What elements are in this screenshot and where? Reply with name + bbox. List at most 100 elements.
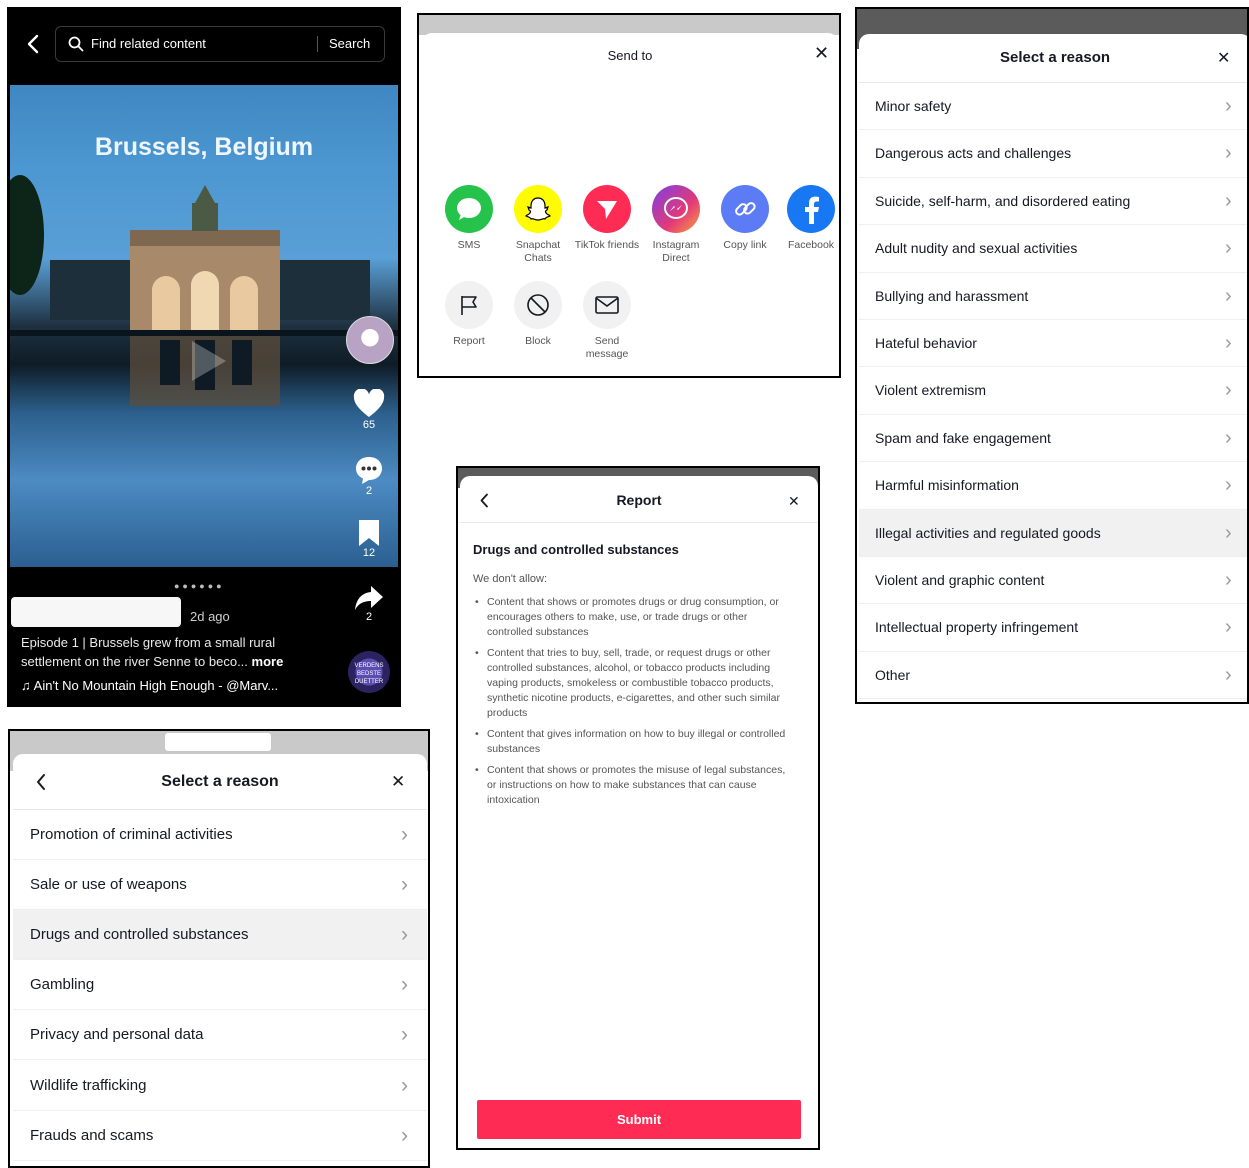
flag-icon	[445, 281, 493, 329]
select-reason-title: Select a reason	[161, 773, 279, 790]
save-count: 12	[362, 547, 376, 559]
reason-row[interactable]: Other ›	[859, 652, 1247, 700]
messenger-icon	[652, 185, 700, 233]
reason-label: Spam and fake engagement	[875, 429, 1051, 446]
reason-row[interactable]: Gambling ›	[13, 960, 427, 1011]
reason-row[interactable]: Wildlife trafficking ›	[13, 1061, 427, 1111]
reason-row[interactable]: Promotion of criminal activities ›	[13, 810, 427, 861]
play-icon[interactable]	[188, 338, 230, 384]
music-title: Ain't No Mountain High Enough - @Marv...	[33, 678, 279, 693]
post-time: 2d ago	[190, 609, 230, 624]
envelope-icon	[583, 281, 631, 329]
chevron-right-icon: ›	[1225, 426, 1232, 449]
share-sms[interactable]: SMS	[434, 185, 504, 252]
reason-row[interactable]: Harmful misinformation ›	[859, 462, 1247, 510]
reason-row[interactable]: Spam and fake engagement ›	[859, 415, 1247, 463]
reason-row[interactable]: Dangerous acts and challenges ›	[859, 130, 1247, 178]
reason-row[interactable]: Violent and graphic content ›	[859, 557, 1247, 605]
chevron-right-icon: ›	[1225, 142, 1232, 165]
back-chevron-icon[interactable]	[25, 33, 41, 55]
reason-row[interactable]: Illegal activities and regulated goods ›	[859, 509, 1247, 557]
reason-label: Violent and graphic content	[875, 572, 1045, 588]
video-screen: Find related content Search Brussels, Be…	[7, 7, 401, 707]
chevron-right-icon: ›	[401, 1023, 408, 1047]
reason-label: Privacy and personal data	[30, 1026, 204, 1044]
reason-row[interactable]: Violent extremism ›	[859, 367, 1247, 415]
music-track[interactable]: ♫ Ain't No Mountain High Enough - @Marv.…	[21, 678, 278, 693]
share-instagram-direct[interactable]: Instagram Direct	[641, 185, 711, 265]
share-facebook[interactable]: Facebook	[776, 185, 839, 252]
tiktok-send-icon	[583, 185, 631, 233]
share-tiktok-friends[interactable]: TikTok friends	[572, 185, 642, 252]
video-frame[interactable]: Brussels, Belgium	[10, 85, 398, 567]
share-label: Snapchat Chats	[515, 239, 561, 264]
close-icon[interactable]: ✕	[814, 44, 829, 62]
share-action[interactable]: 2	[345, 585, 393, 623]
reason-row[interactable]: Privacy and personal data ›	[13, 1010, 427, 1061]
reason-row[interactable]: Drugs and controlled substances ›	[13, 910, 427, 961]
action-report[interactable]: Report	[434, 281, 504, 348]
reason-row[interactable]: Frauds and scams ›	[13, 1111, 427, 1161]
send-to-sheet: Send to ✕ SMS Snapchat Chats TikTok frie…	[417, 13, 841, 378]
report-category-heading: Drugs and controlled substances	[473, 542, 679, 557]
username-redacted	[165, 733, 271, 751]
reason-label: Hateful behavior	[875, 335, 977, 351]
reason-label: Suicide, self-harm, and disordered eatin…	[875, 192, 1131, 209]
sheet-backdrop	[419, 15, 839, 35]
action-send-message[interactable]: Send message	[572, 281, 642, 361]
reason-label: Frauds and scams	[30, 1126, 154, 1144]
caption-line-1: Episode 1 | Brussels grew from a small r…	[21, 635, 276, 650]
like-action[interactable]: 65	[345, 389, 393, 431]
send-to-title: Send to	[607, 48, 653, 63]
search-divider	[317, 36, 318, 52]
reason-row[interactable]: Suicide, self-harm, and disordered eatin…	[859, 178, 1247, 226]
comment-icon	[356, 457, 382, 484]
share-copy-link[interactable]: Copy link	[710, 185, 780, 252]
username-redacted[interactable]	[11, 597, 181, 627]
select-reason-sheet-main: Select a reason ✕ Minor safety › Dangerous…	[855, 7, 1249, 704]
share-label: Copy link	[723, 239, 767, 251]
reason-row[interactable]: Minor safety ›	[859, 83, 1247, 131]
reason-row[interactable]: Intellectual property infringement ›	[859, 604, 1247, 652]
reason-row[interactable]: Bullying and harassment ›	[859, 273, 1247, 320]
chevron-right-icon: ›	[401, 1123, 408, 1147]
search-field[interactable]: Find related content Search	[55, 26, 385, 62]
submit-button[interactable]: Submit	[477, 1100, 801, 1139]
share-snapchat[interactable]: Snapchat Chats	[503, 185, 573, 265]
chevron-right-icon: ›	[1225, 95, 1232, 117]
music-disc[interactable]: VERDENS BEDSTE DUETTER	[348, 651, 390, 693]
reason-row[interactable]: Hateful behavior ›	[859, 320, 1247, 368]
action-label: Report	[453, 335, 485, 347]
policy-bullet: Content that shows or promotes the misus…	[473, 763, 789, 808]
select-reason-title: Select a reason	[999, 49, 1111, 66]
reason-label: Promotion of criminal activities	[30, 826, 233, 843]
reason-label: Drugs and controlled substances	[30, 926, 249, 944]
reason-label: Adult nudity and sexual activities	[875, 240, 1078, 257]
reason-label: Other	[875, 666, 911, 683]
select-reason-panel: Select a reason ✕ Minor safety › Dangerous…	[859, 34, 1247, 702]
search-input[interactable]: Find related content	[91, 36, 206, 51]
facebook-icon	[787, 185, 835, 233]
reason-label: Harmful misinformation	[875, 477, 1019, 494]
reason-label: Bullying and harassment	[875, 287, 1029, 304]
creator-avatar[interactable]	[346, 316, 394, 364]
share-count: 2	[365, 611, 373, 623]
save-action[interactable]: 12	[345, 519, 393, 559]
action-block[interactable]: Block	[503, 281, 573, 348]
chevron-right-icon: ›	[1225, 284, 1232, 307]
chevron-right-icon: ›	[401, 823, 408, 846]
search-button[interactable]: Search	[329, 36, 370, 51]
close-icon[interactable]: ✕	[788, 492, 800, 510]
policy-bullet: Content that tries to buy, sell, trade, …	[473, 646, 789, 721]
close-icon[interactable]: ✕	[391, 773, 405, 791]
caption-more-link[interactable]: more	[252, 654, 284, 669]
action-label: Send message	[585, 335, 629, 360]
reason-row[interactable]: Sale or use of weapons ›	[13, 860, 427, 911]
close-icon[interactable]: ✕	[1217, 50, 1230, 68]
music-note-icon: ♫	[21, 678, 31, 693]
reason-label: Minor safety	[875, 98, 952, 114]
report-header: Report ✕	[460, 476, 818, 523]
comment-action[interactable]: 2	[345, 455, 393, 497]
chevron-right-icon: ›	[1225, 569, 1232, 591]
reason-row[interactable]: Adult nudity and sexual activities ›	[859, 225, 1247, 273]
